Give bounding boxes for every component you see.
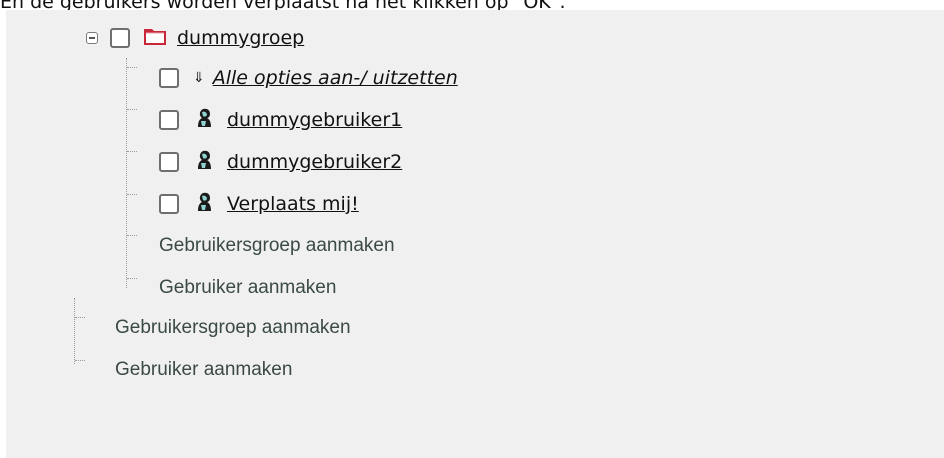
tree-guide-line bbox=[127, 67, 137, 68]
tree-guide-line bbox=[127, 278, 137, 279]
group-link[interactable]: dummygroep bbox=[177, 27, 304, 49]
tree-row-group: dummygroep bbox=[86, 22, 304, 54]
tree-row-user: dummygebruiker1 bbox=[159, 104, 402, 136]
user-icon bbox=[195, 150, 213, 174]
user-checkbox[interactable] bbox=[159, 194, 179, 214]
user-link[interactable]: Verplaats mij! bbox=[227, 193, 359, 215]
user-tree-panel: dummygroep ⇓ Alle opties aan-/ uitzetten… bbox=[6, 10, 944, 458]
toggle-all-link[interactable]: Alle opties aan-/ uitzetten bbox=[213, 67, 458, 89]
user-link[interactable]: dummygebruiker2 bbox=[227, 151, 402, 173]
tree-row-action: Gebruiker aanmaken bbox=[159, 272, 336, 304]
double-arrow-down-icon: ⇓ bbox=[193, 70, 205, 86]
tree-row-action: Gebruiker aanmaken bbox=[115, 354, 292, 386]
tree-row-action: Gebruikersgroep aanmaken bbox=[159, 230, 395, 262]
tree-guide-line bbox=[127, 194, 137, 195]
create-usergroup-action[interactable]: Gebruikersgroep aanmaken bbox=[159, 235, 395, 257]
tree-row-user: dummygebruiker2 bbox=[159, 146, 402, 178]
tree-guide-line bbox=[127, 109, 137, 110]
create-usergroup-action[interactable]: Gebruikersgroep aanmaken bbox=[115, 317, 351, 339]
toggle-all-checkbox[interactable] bbox=[159, 68, 179, 88]
tree-row-user: Verplaats mij! bbox=[159, 188, 359, 220]
create-user-action[interactable]: Gebruiker aanmaken bbox=[159, 277, 336, 299]
tree-row-action: Gebruikersgroep aanmaken bbox=[115, 312, 351, 344]
tree-guide-line bbox=[127, 151, 137, 152]
user-icon bbox=[195, 192, 213, 216]
tree-guide-line bbox=[74, 298, 75, 364]
create-user-action[interactable]: Gebruiker aanmaken bbox=[115, 359, 292, 381]
tree-row-toggle-all: ⇓ Alle opties aan-/ uitzetten bbox=[159, 62, 458, 94]
user-checkbox[interactable] bbox=[159, 110, 179, 130]
tree-guide-line bbox=[127, 235, 137, 236]
tree-guide-line bbox=[75, 317, 85, 318]
collapse-icon[interactable] bbox=[86, 32, 98, 44]
tree-guide-line bbox=[126, 58, 127, 288]
user-icon bbox=[195, 108, 213, 132]
user-checkbox[interactable] bbox=[159, 152, 179, 172]
group-checkbox[interactable] bbox=[110, 28, 130, 48]
folder-icon bbox=[143, 26, 167, 50]
tree-guide-line bbox=[75, 360, 85, 361]
user-link[interactable]: dummygebruiker1 bbox=[227, 109, 402, 131]
